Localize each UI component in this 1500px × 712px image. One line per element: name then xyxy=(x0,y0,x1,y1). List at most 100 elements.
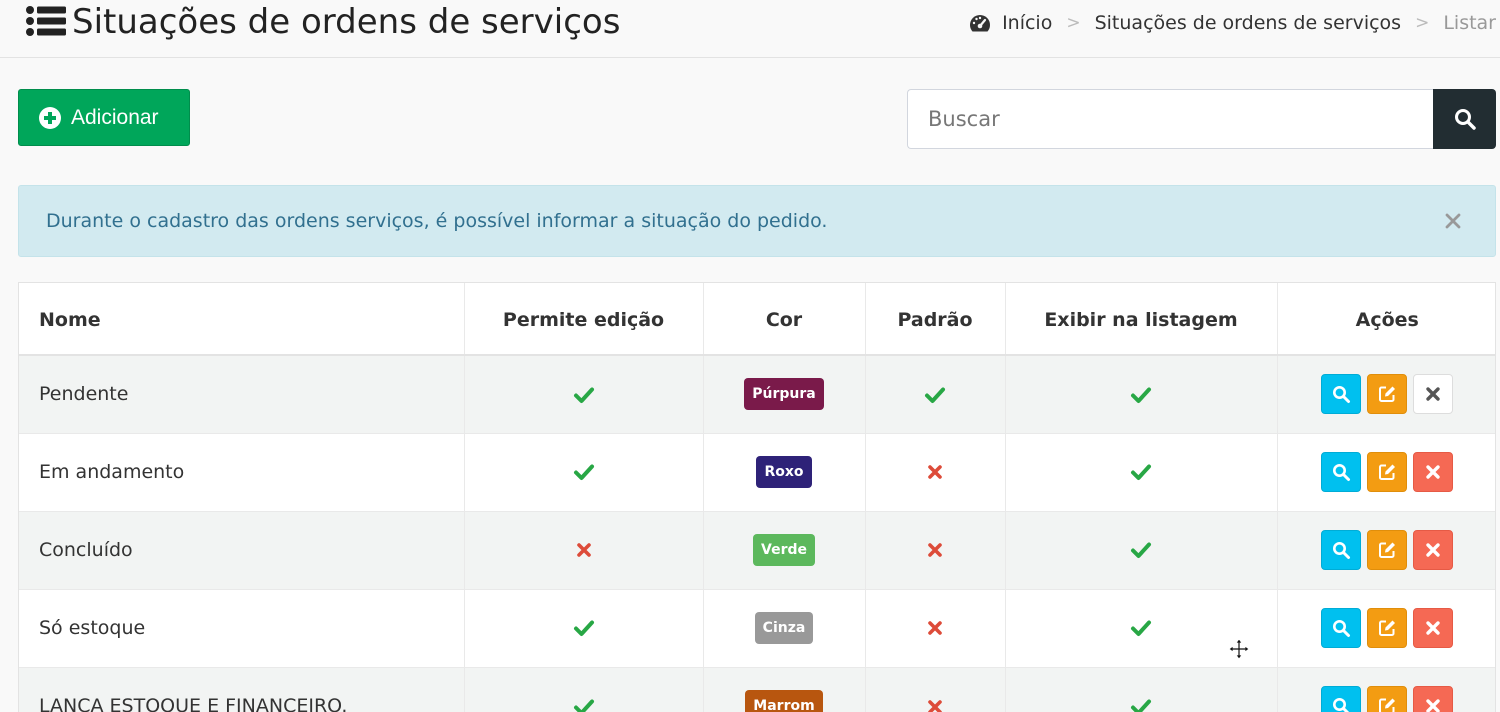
table-row: LANÇA ESTOQUE E FINANCEIRO. Marrom xyxy=(19,666,1495,712)
edit-button[interactable] xyxy=(1367,374,1408,415)
cell-permite-edicao xyxy=(464,432,704,511)
delete-icon xyxy=(1426,699,1440,712)
edit-button[interactable] xyxy=(1367,686,1408,712)
cell-exibir xyxy=(1005,354,1278,433)
delete-button[interactable] xyxy=(1413,608,1454,648)
search-icon xyxy=(1333,620,1351,637)
edit-icon xyxy=(1379,542,1396,558)
cell-permite-edicao xyxy=(464,666,704,712)
cell-padrao xyxy=(865,354,1006,433)
check-icon xyxy=(925,387,945,403)
check-icon xyxy=(1131,620,1151,637)
color-badge: Púrpura xyxy=(744,378,824,411)
view-button[interactable] xyxy=(1321,686,1362,712)
edit-icon xyxy=(1379,464,1396,480)
delete-button[interactable] xyxy=(1413,686,1454,712)
cell-exibir xyxy=(1005,510,1278,589)
page-title: Situações de ordens de serviços xyxy=(72,2,621,42)
search-input[interactable] xyxy=(907,89,1434,149)
cell-cor: Roxo xyxy=(703,432,866,511)
color-badge: Verde xyxy=(753,534,815,566)
move-cursor-icon xyxy=(1228,638,1250,660)
delete-icon xyxy=(1426,465,1440,479)
cross-icon xyxy=(928,621,942,636)
cell-acoes xyxy=(1277,432,1496,511)
cell-cor: Marrom xyxy=(703,666,866,712)
cell-padrao xyxy=(865,666,1006,712)
table-body: Pendente Púrpura Em andamento Roxo Concluído… xyxy=(19,354,1496,712)
search-icon xyxy=(1333,386,1351,404)
cell-nome: Concluído xyxy=(19,510,465,589)
cell-nome: Em andamento xyxy=(19,432,465,511)
dashboard-icon xyxy=(970,15,991,32)
column-header-nome[interactable]: Nome xyxy=(19,283,465,356)
delete-icon xyxy=(1426,543,1440,557)
breadcrumb-situacoes[interactable]: Situações de ordens de serviços xyxy=(1095,12,1401,34)
edit-icon xyxy=(1379,698,1396,712)
cell-acoes xyxy=(1277,588,1496,667)
table-row: Concluído Verde xyxy=(19,510,1495,589)
cell-permite-edicao xyxy=(464,588,704,667)
search-icon xyxy=(1333,698,1350,712)
close-icon[interactable] xyxy=(1443,211,1463,231)
search-icon xyxy=(1333,464,1351,481)
cell-permite-edicao xyxy=(464,510,704,589)
delete-button[interactable] xyxy=(1413,530,1454,570)
add-button-label: Adicionar xyxy=(71,105,159,129)
alert-text: Durante o cadastro das ordens serviços, … xyxy=(46,210,828,232)
color-badge: Marrom xyxy=(745,690,823,712)
cross-icon xyxy=(576,543,591,558)
delete-button[interactable] xyxy=(1413,374,1454,415)
view-button[interactable] xyxy=(1321,452,1362,492)
cell-cor: Cinza xyxy=(703,588,866,667)
check-icon xyxy=(1131,464,1151,481)
breadcrumb-separator: > xyxy=(1415,13,1430,33)
cell-exibir xyxy=(1005,432,1278,511)
add-button[interactable]: Adicionar xyxy=(18,89,190,146)
check-icon xyxy=(1131,387,1151,403)
breadcrumb: Início > Situações de ordens de serviços… xyxy=(968,12,1496,34)
column-header-padrao[interactable]: Padrão xyxy=(865,283,1006,356)
cell-nome: LANÇA ESTOQUE E FINANCEIRO. xyxy=(19,666,465,712)
cell-cor: Verde xyxy=(703,510,866,589)
check-icon xyxy=(1131,699,1151,712)
cell-acoes xyxy=(1277,510,1495,589)
column-header-acoes: Ações xyxy=(1277,283,1495,356)
view-button[interactable] xyxy=(1321,608,1362,648)
delete-icon xyxy=(1426,387,1440,401)
check-icon xyxy=(573,620,594,637)
column-header-permite-edicao[interactable]: Permite edição xyxy=(464,283,704,356)
situations-table-container: Nome Permite edição Cor Padrão Exibir na… xyxy=(18,282,1496,712)
edit-button[interactable] xyxy=(1367,608,1408,648)
info-alert: Durante o cadastro das ordens serviços, … xyxy=(18,185,1496,257)
check-icon xyxy=(573,387,594,403)
row-actions xyxy=(1278,452,1496,492)
color-badge: Roxo xyxy=(756,456,812,488)
cell-padrao xyxy=(865,510,1006,589)
situations-table: Nome Permite edição Cor Padrão Exibir na… xyxy=(19,283,1496,712)
table-row: Em andamento Roxo xyxy=(19,432,1496,511)
breadcrumb-home[interactable]: Início xyxy=(1002,12,1052,34)
cell-padrao xyxy=(865,588,1006,667)
cell-nome: Pendente xyxy=(19,354,465,433)
search-button[interactable] xyxy=(1433,89,1496,149)
view-button[interactable] xyxy=(1321,374,1362,415)
view-button[interactable] xyxy=(1321,530,1362,570)
cell-cor: Púrpura xyxy=(703,354,866,433)
delete-icon xyxy=(1426,621,1440,635)
breadcrumb-separator: > xyxy=(1066,13,1081,33)
cross-icon xyxy=(928,465,942,480)
column-header-cor[interactable]: Cor xyxy=(703,283,866,356)
delete-button[interactable] xyxy=(1413,452,1454,492)
edit-button[interactable] xyxy=(1367,452,1408,492)
cell-padrao xyxy=(865,432,1006,511)
column-header-exibir[interactable]: Exibir na listagem xyxy=(1005,283,1278,356)
table-row: Pendente Púrpura xyxy=(19,354,1495,433)
cell-nome: Só estoque xyxy=(19,588,465,667)
cross-icon xyxy=(928,543,942,558)
row-actions xyxy=(1278,608,1496,648)
cell-permite-edicao xyxy=(464,354,704,433)
page-header: Situações de ordens de serviços Início >… xyxy=(0,0,1500,58)
edit-button[interactable] xyxy=(1367,530,1408,570)
plus-circle-icon xyxy=(39,106,61,129)
